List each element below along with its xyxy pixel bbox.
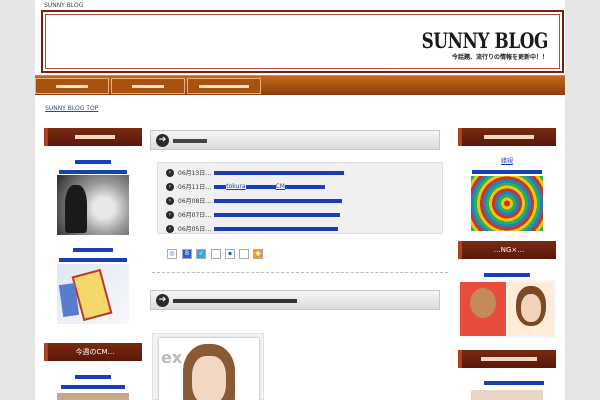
left-item3-thumbnail[interactable] <box>57 393 129 400</box>
news-box-heading: ➔ <box>150 130 440 150</box>
news-item-3[interactable]: › 06月08日… <box>166 196 343 206</box>
share-icon[interactable]: ✓ <box>196 249 206 259</box>
nav-item-3-label <box>198 85 250 88</box>
nav-item-2-label <box>132 85 164 88</box>
right-sidebar-heading-1 <box>458 128 556 146</box>
news-item-1-date: 06月13日… <box>178 170 212 177</box>
site-logo-subtitle: 今話題、流行りの情報を更新中！！ <box>451 54 548 61</box>
news-item-5-link[interactable] <box>214 226 339 231</box>
arrow-right-icon: › <box>166 182 174 191</box>
news-item-5[interactable]: › 06月05日… <box>166 224 339 234</box>
right-item1-link-line2[interactable] <box>472 170 542 174</box>
left-sidebar-heading-2: 今週のCM… <box>44 343 142 361</box>
right-item3-link[interactable] <box>484 381 544 385</box>
left-item2-thumbnail[interactable] <box>57 264 129 324</box>
site-header-banner[interactable]: SUNNY BLOG 今話題、流行りの情報を更新中！！ <box>41 10 564 73</box>
recent-news-list: › 06月13日… › 06月11日… tokura CM › 06月08日… › 06月0… <box>157 162 443 234</box>
news-item-3-date: 06月08日… <box>178 198 212 205</box>
nav-item-1[interactable] <box>35 78 109 94</box>
site-logo-title: SUNNY BLOG <box>421 28 549 53</box>
left-item1-link-line1[interactable] <box>75 160 111 164</box>
heading-text-placeholder <box>484 135 534 139</box>
news-item-2-link-part5[interactable] <box>284 184 325 189</box>
news-item-2-link-part3[interactable] <box>245 184 276 189</box>
left-sidebar-heading-1 <box>44 128 142 146</box>
left-item3-link-line2[interactable] <box>61 385 125 389</box>
photo-face <box>192 356 226 400</box>
thumb-left-face <box>470 288 496 318</box>
cat-silhouette <box>65 185 87 233</box>
thumb-right-person-bg <box>508 282 554 336</box>
heading-text-placeholder <box>75 135 115 139</box>
heading-text-placeholder <box>481 357 537 361</box>
article-heading: ➔ <box>150 290 440 310</box>
news-item-4-link[interactable] <box>214 212 341 217</box>
photo-background-text: ex <box>161 348 183 367</box>
news-item-4-date: 06月07日… <box>178 212 212 219</box>
arrow-right-icon: › <box>166 224 174 233</box>
arrow-right-icon: ➔ <box>156 294 169 307</box>
news-item-4[interactable]: › 06月07日… <box>166 210 341 220</box>
news-item-2-link-part4[interactable]: CM <box>276 183 285 190</box>
arrow-right-icon: ➔ <box>156 134 169 147</box>
delicious-icon[interactable]: ▪ <box>225 249 235 259</box>
arrow-right-icon: › <box>166 196 174 205</box>
main-navigation <box>35 75 565 95</box>
bookmark-icon[interactable]: B <box>182 249 192 259</box>
article-photo[interactable]: ex <box>159 338 259 400</box>
right-item2-thumbnail[interactable] <box>458 280 556 338</box>
news-item-3-link[interactable] <box>214 198 343 203</box>
right-item2-link[interactable] <box>484 273 530 277</box>
section-divider <box>152 272 448 273</box>
nav-item-1-label <box>56 85 88 88</box>
news-box-title <box>173 139 207 143</box>
left-item3-link-line1[interactable] <box>75 375 111 379</box>
nav-item-2[interactable] <box>111 78 185 94</box>
news-item-1[interactable]: › 06月13日… <box>166 168 345 178</box>
news-item-2-link-part2[interactable]: tokura <box>226 183 245 190</box>
left-item2-link-line2[interactable] <box>59 258 127 262</box>
right-item3-thumbnail[interactable] <box>471 390 543 400</box>
left-item1-link-line2[interactable] <box>59 170 127 174</box>
thumb-right-face <box>521 294 541 322</box>
page: SUNNY BLOG SUNNY BLOG 今話題、流行りの情報を更新中！！ S… <box>35 0 565 400</box>
news-item-5-date: 06月05日… <box>178 226 212 233</box>
nav-item-3[interactable] <box>187 78 261 94</box>
right-item1-link[interactable]: 錯視 <box>462 157 552 166</box>
left-item1-thumbnail[interactable] <box>57 175 129 235</box>
arrow-right-icon: › <box>166 210 174 219</box>
news-item-1-link[interactable] <box>214 170 345 175</box>
breadcrumb-home-link[interactable]: SUNNY BLOG TOP <box>45 105 98 112</box>
news-item-2-date: 06月11日… <box>178 184 212 191</box>
rss-icon[interactable]: ◉ <box>253 249 263 259</box>
site-tagline: SUNNY BLOG <box>44 2 84 9</box>
article-photo-frame: ex <box>152 333 264 400</box>
article-title[interactable] <box>173 299 297 303</box>
news-item-2[interactable]: › 06月11日… tokura CM <box>166 182 325 192</box>
left-item2-link-line1[interactable] <box>73 248 113 252</box>
right-sidebar-heading-3 <box>458 350 556 368</box>
right-sidebar-heading-2-text: …NG×… <box>493 246 525 254</box>
arrow-right-icon: › <box>166 168 174 177</box>
right-sidebar-heading-2: …NG×… <box>458 241 556 259</box>
thumb-left-person-bg <box>460 282 506 336</box>
right-item1-thumbnail[interactable] <box>471 176 543 231</box>
left-sidebar-heading-2-text: 今週のCM… <box>75 348 115 356</box>
share-icon[interactable] <box>211 249 221 259</box>
news-item-2-link-part1[interactable] <box>214 184 227 189</box>
share-icon[interactable] <box>239 249 249 259</box>
share-icon[interactable]: ◎ <box>167 249 177 259</box>
